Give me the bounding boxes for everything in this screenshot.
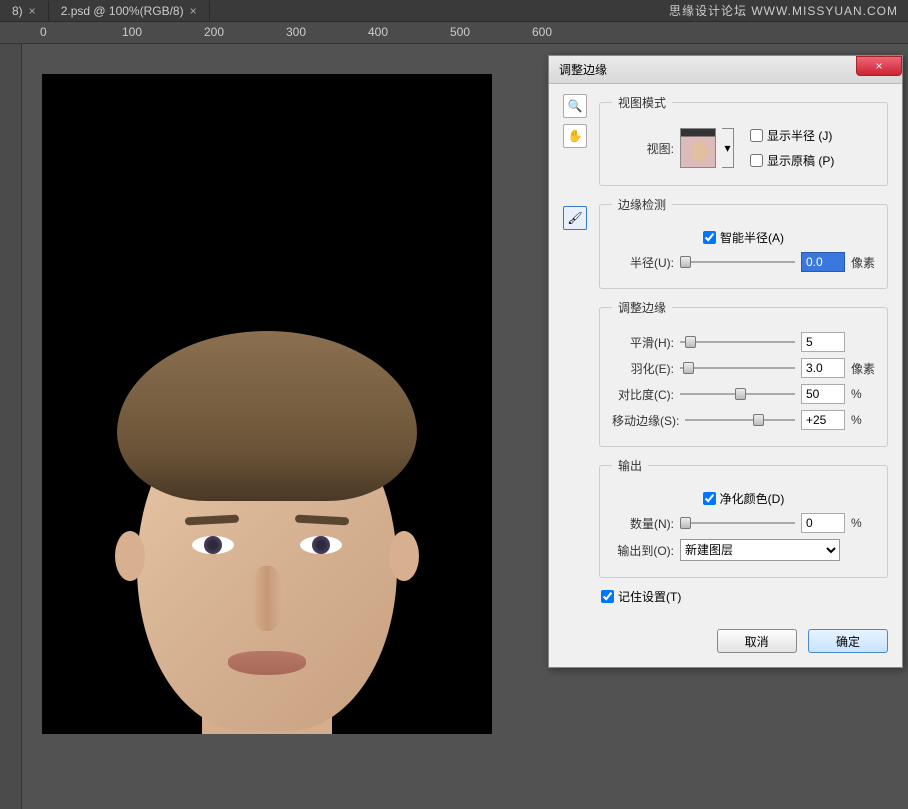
smart-radius-checkbox[interactable] (703, 231, 716, 244)
radius-unit: 像素 (851, 254, 875, 271)
dialog-titlebar[interactable]: 调整边缘 × (549, 56, 902, 84)
show-original-label: 显示原稿 (P) (767, 152, 834, 169)
ok-button[interactable]: 确定 (808, 629, 888, 653)
radius-slider[interactable] (680, 254, 795, 270)
ruler-vertical (0, 44, 22, 809)
watermark-text: 思缘设计论坛 WWW.MISSYUAN.COM (669, 2, 898, 19)
contrast-label: 对比度(C): (612, 386, 674, 403)
tab-label: 2.psd @ 100%(RGB/8) (61, 4, 184, 18)
contrast-unit: % (851, 387, 875, 401)
feather-slider[interactable] (680, 360, 795, 376)
edge-detection-legend: 边缘检测 (612, 196, 672, 213)
amount-slider[interactable] (680, 515, 795, 531)
decontaminate-checkbox[interactable] (703, 492, 716, 505)
hand-tool[interactable]: ✋ (563, 124, 587, 148)
view-mode-group: 视图模式 视图: ▾ 显示半径 (J) 显示原稿 (P) (599, 94, 888, 186)
cancel-button[interactable]: 取消 (717, 629, 797, 653)
view-thumbnail[interactable] (680, 128, 716, 168)
refine-edge-dialog: 调整边缘 × 🔍 ✋ 🖌 视图模式 视图: ▾ 显示半径 (J) 显示原稿 (P… (548, 55, 903, 668)
view-label: 视图: (612, 140, 674, 157)
canvas[interactable] (42, 74, 492, 734)
show-radius-checkbox[interactable] (750, 129, 763, 142)
feather-unit: 像素 (851, 360, 875, 377)
output-group: 输出 净化颜色(D) 数量(N): % 输出到(O): 新建图层 (599, 457, 888, 578)
feather-input[interactable] (801, 358, 845, 378)
show-radius-label: 显示半径 (J) (767, 127, 832, 144)
tab-label: 8) (12, 4, 23, 18)
adjust-edge-legend: 调整边缘 (612, 299, 672, 316)
shift-edge-unit: % (851, 413, 875, 427)
output-to-select[interactable]: 新建图层 (680, 539, 840, 561)
close-icon[interactable]: × (190, 4, 197, 18)
adjust-edge-group: 调整边缘 平滑(H): 羽化(E): 像素 对比度(C): (599, 299, 888, 447)
radius-label: 半径(U): (612, 254, 674, 271)
smart-radius-label: 智能半径(A) (720, 229, 784, 246)
remember-settings-checkbox[interactable] (601, 590, 614, 603)
feather-label: 羽化(E): (612, 360, 674, 377)
radius-input[interactable] (801, 252, 845, 272)
amount-input[interactable] (801, 513, 845, 533)
view-dropdown[interactable]: ▾ (722, 128, 734, 168)
decontaminate-label: 净化颜色(D) (720, 490, 785, 507)
show-original-checkbox[interactable] (750, 154, 763, 167)
smooth-input[interactable] (801, 332, 845, 352)
brush-icon: 🖌 (567, 211, 582, 225)
portrait-image (72, 391, 462, 734)
dialog-title: 调整边缘 (559, 61, 607, 78)
tab-2[interactable]: 2.psd @ 100%(RGB/8) × (49, 1, 210, 21)
hand-icon: ✋ (568, 129, 583, 143)
output-legend: 输出 (612, 457, 648, 474)
dialog-close-button[interactable]: × (856, 56, 902, 76)
contrast-input[interactable] (801, 384, 845, 404)
zoom-tool[interactable]: 🔍 (563, 94, 587, 118)
close-icon[interactable]: × (29, 4, 36, 18)
edge-detection-group: 边缘检测 智能半径(A) 半径(U): 像素 (599, 196, 888, 289)
shift-edge-slider[interactable] (685, 412, 795, 428)
view-mode-legend: 视图模式 (612, 94, 672, 111)
output-to-label: 输出到(O): (612, 542, 674, 559)
amount-label: 数量(N): (612, 515, 674, 532)
shift-edge-input[interactable] (801, 410, 845, 430)
smooth-slider[interactable] (680, 334, 795, 350)
ruler-horizontal: 0 100 200 300 400 500 600 (0, 22, 908, 44)
amount-unit: % (851, 516, 875, 530)
shift-edge-label: 移动边缘(S): (612, 412, 679, 429)
remember-settings-label: 记住设置(T) (618, 588, 681, 605)
contrast-slider[interactable] (680, 386, 795, 402)
tab-1[interactable]: 8) × (0, 1, 49, 21)
smooth-label: 平滑(H): (612, 334, 674, 351)
refine-brush-tool[interactable]: 🖌 (563, 206, 587, 230)
magnifier-icon: 🔍 (568, 99, 583, 113)
